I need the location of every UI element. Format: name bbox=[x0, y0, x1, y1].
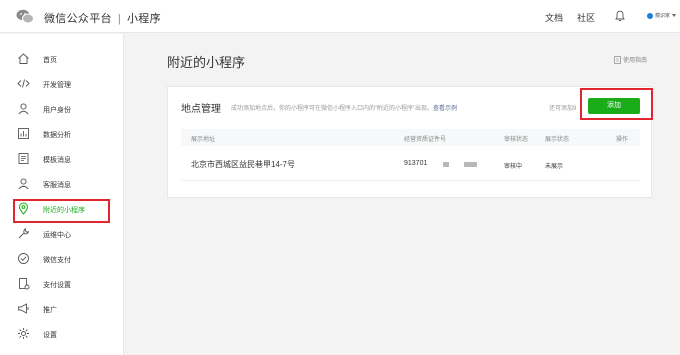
wrench-icon bbox=[18, 228, 30, 239]
wechat-logo-icon bbox=[16, 9, 34, 24]
column-header-license: 经营资质证件号 bbox=[404, 137, 447, 143]
redacted-mark bbox=[464, 162, 477, 167]
column-header-review-status: 审核状态 bbox=[504, 137, 529, 143]
sidebar-item-user-identity[interactable]: 用户身份 bbox=[0, 97, 124, 122]
sidebar-item-template-message[interactable]: 模板消息 bbox=[0, 147, 124, 172]
remaining-quota: 还可添加9 bbox=[549, 106, 577, 112]
table-header: 展示地址 经营资质证件号 审核状态 展示状态 操作 bbox=[181, 129, 640, 146]
document-icon bbox=[614, 55, 621, 64]
usage-guide-link[interactable]: 使用指南 bbox=[614, 55, 647, 64]
column-header-address: 展示地址 bbox=[191, 137, 216, 143]
sidebar-item-label: 首页 bbox=[43, 57, 57, 64]
sidebar-item-label: 用户身份 bbox=[43, 107, 71, 114]
template-icon bbox=[18, 153, 29, 164]
cell-review-status: 审核中 bbox=[504, 164, 523, 170]
code-icon bbox=[17, 79, 30, 88]
sidebar-item-promotion[interactable]: 推广 bbox=[0, 297, 124, 322]
top-bar: 微信公众平台 | 小程序 文档 社区 蕴识家 bbox=[0, 0, 680, 33]
gear-icon bbox=[18, 328, 29, 339]
cell-address: 北京市西城区益民巷甲14-7号 bbox=[191, 160, 296, 169]
sidebar-item-label: 支付设置 bbox=[43, 282, 71, 289]
sidebar-item-label: 设置 bbox=[43, 332, 57, 339]
payment-settings-icon bbox=[19, 278, 30, 290]
sidebar-item-customer-service[interactable]: 客服消息 bbox=[0, 172, 124, 197]
user-icon bbox=[18, 103, 29, 115]
sidebar-item-label: 运维中心 bbox=[43, 232, 71, 239]
cell-display-status: 未展示 bbox=[545, 164, 564, 170]
sidebar-item-label: 微信支付 bbox=[43, 257, 71, 264]
sidebar-item-label: 开发管理 bbox=[43, 82, 71, 89]
sidebar-item-label: 推广 bbox=[43, 307, 57, 314]
brand-name: 微信公众平台 bbox=[44, 13, 112, 25]
sidebar: 首页 开发管理 用户身份 数据分析 模板消息 客服消息 附近的小程序 运维中心 … bbox=[0, 34, 124, 355]
sidebar-item-dev-management[interactable]: 开发管理 bbox=[0, 72, 124, 97]
account-name: 蕴识家 bbox=[655, 13, 671, 19]
view-example-link[interactable]: 查看示例 bbox=[433, 106, 457, 112]
annotation-highlight-sidebar bbox=[13, 199, 110, 223]
megaphone-icon bbox=[18, 303, 29, 314]
column-header-actions: 操作 bbox=[616, 137, 629, 143]
cell-license: 913701 bbox=[404, 160, 428, 167]
sidebar-item-home[interactable]: 首页 bbox=[0, 47, 124, 72]
card-title: 地点管理 bbox=[181, 104, 221, 115]
card-description: 成功添加地点后，你的小程序可在微信小程序入口内的“附近的小程序”出现。查看示例 bbox=[231, 103, 457, 112]
sidebar-item-data-analysis[interactable]: 数据分析 bbox=[0, 122, 124, 147]
customer-service-icon bbox=[18, 178, 29, 190]
community-link[interactable]: 社区 bbox=[577, 11, 595, 24]
product-name: 小程序 bbox=[126, 13, 161, 25]
sidebar-item-label: 数据分析 bbox=[43, 132, 71, 139]
account-menu[interactable]: 蕴识家 bbox=[647, 12, 677, 19]
chart-icon bbox=[18, 128, 29, 139]
table-row: 北京市西城区益民巷甲14-7号 913701 审核中 未展示 bbox=[181, 146, 640, 181]
chevron-down-icon bbox=[672, 14, 677, 17]
brand-separator: | bbox=[117, 13, 121, 25]
redacted-mark bbox=[443, 162, 449, 167]
annotation-highlight-add-button bbox=[580, 88, 653, 120]
avatar bbox=[647, 12, 653, 19]
page-title: 附近的小程序 bbox=[167, 55, 246, 70]
card-description-text: 成功添加地点后，你的小程序可在微信小程序入口内的“附近的小程序”出现。 bbox=[231, 106, 433, 112]
column-header-display-status: 展示状态 bbox=[545, 137, 570, 143]
brand-title[interactable]: 微信公众平台 | 小程序 bbox=[44, 10, 161, 26]
wechat-pay-icon bbox=[18, 253, 29, 264]
home-icon bbox=[18, 53, 29, 64]
usage-guide-label: 使用指南 bbox=[623, 58, 648, 64]
sidebar-item-payment-settings[interactable]: 支付设置 bbox=[0, 272, 124, 297]
sidebar-item-settings[interactable]: 设置 bbox=[0, 322, 124, 347]
sidebar-item-label: 模板消息 bbox=[43, 157, 71, 164]
docs-link[interactable]: 文档 bbox=[545, 11, 563, 24]
sidebar-item-ops-center[interactable]: 运维中心 bbox=[0, 222, 124, 247]
sidebar-item-label: 客服消息 bbox=[43, 182, 71, 189]
notification-bell-icon[interactable] bbox=[614, 10, 626, 22]
sidebar-item-wechat-pay[interactable]: 微信支付 bbox=[0, 247, 124, 272]
